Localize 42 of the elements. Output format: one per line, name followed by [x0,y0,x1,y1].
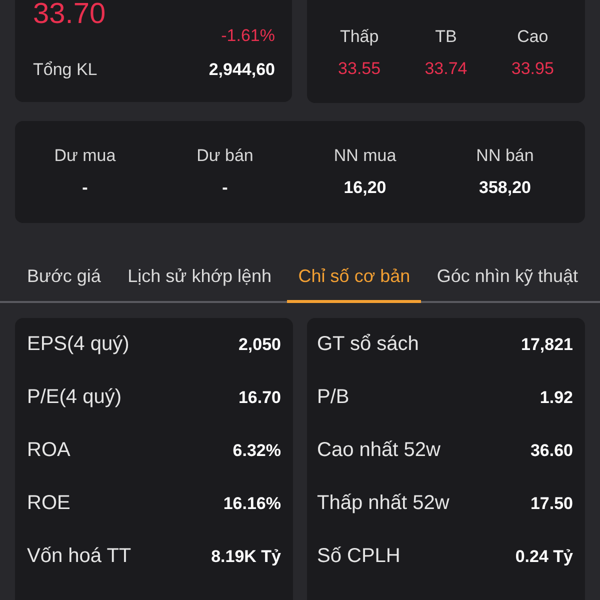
metric-label: GT sổ sách [317,333,419,356]
order-stat-label: Dư bán [196,145,254,167]
tab[interactable]: Bước giá [16,261,112,303]
metric-label: P/B [317,386,350,409]
range-value: 33.74 [424,58,468,80]
metric-value: 17,821 [521,334,573,354]
metric-value: 16.16% [223,494,281,514]
range-value: 33.95 [511,58,554,80]
metric-value: 8.19K Tỷ [211,546,281,566]
range-label: TB [435,26,457,48]
metric-label: Số CPLH [317,545,400,568]
metric-label: P/E(4 quý) [27,386,122,409]
tab[interactable]: Góc nhìn kỹ thuật [426,261,589,303]
tab[interactable]: Chỉ số cơ bản [287,261,422,303]
tab[interactable]: Lịch sử khớp lệnh [116,261,283,303]
order-stat-label: Dư mua [54,145,116,167]
metric-label: Cao nhất 52w [317,439,440,462]
metric-value: 2,050 [238,334,281,354]
metric-label: Vốn hoá TT [27,545,132,568]
range-label: Thấp [340,26,379,48]
metric-value: 1.92 [540,388,573,408]
metric-value: 0.24 Tỷ [515,546,573,566]
metric-value: 6.32% [232,440,281,460]
total-volume-value: 2,944,60 [208,59,275,81]
metric-value: 17.50 [530,494,573,514]
range-value: 33.55 [338,58,381,80]
order-stat-value: - [222,177,228,199]
metric-label: EPS(4 quý) [27,333,130,356]
metric-value: 36.60 [530,440,573,460]
change-percent: -1.61% [221,28,275,44]
metric-label: ROA [27,439,70,462]
order-stat-value: 16,20 [344,177,386,199]
order-stat-label: NN mua [334,145,396,167]
metric-label: Thấp nhất 52w [317,492,450,515]
metric-label: ROE [27,492,70,515]
order-stat-value: 358,20 [479,177,531,199]
total-volume-label: Tổng KL [33,59,98,81]
last-price: 33.70 [33,0,106,28]
order-stat-label: NN bán [476,145,534,167]
range-label: Cao [517,26,548,48]
metric-value: 16.70 [238,388,281,408]
order-stat-value: - [82,177,88,199]
